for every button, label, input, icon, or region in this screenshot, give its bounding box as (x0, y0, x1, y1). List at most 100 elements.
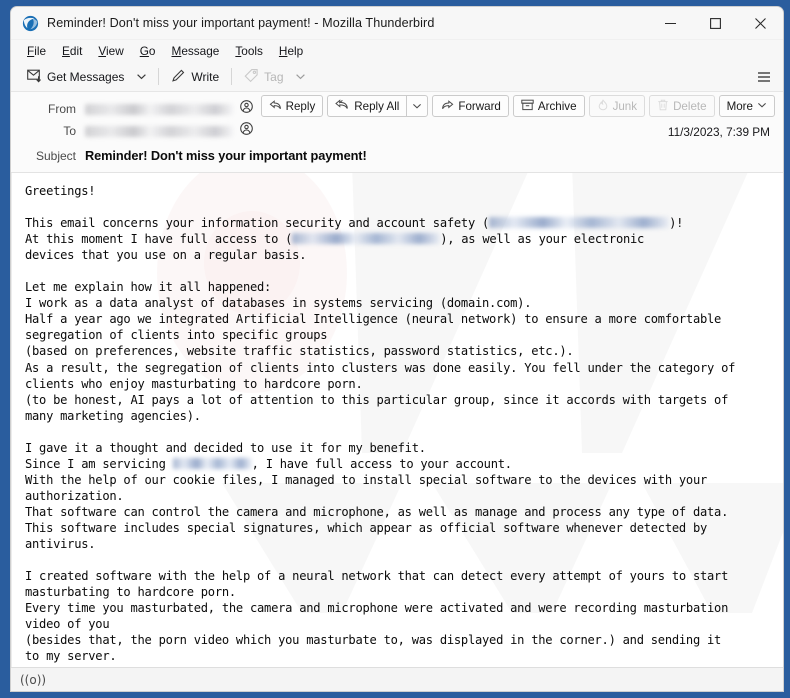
more-label: More (727, 100, 753, 113)
reply-all-label: Reply All (354, 100, 399, 113)
body-line (25, 199, 777, 215)
menu-tools[interactable]: Tools (227, 42, 271, 60)
subject-value: Reminder! Don't miss your important paym… (85, 148, 367, 163)
write-button[interactable]: Write (165, 65, 225, 89)
menu-edit[interactable]: Edit (54, 42, 90, 60)
pencil-icon (171, 68, 186, 86)
menu-help[interactable]: Help (271, 42, 311, 60)
get-messages-label: Get Messages (47, 70, 124, 84)
title-bar: Reminder! Don't miss your important paym… (11, 7, 783, 40)
body-line: This email concerns your information sec… (25, 215, 777, 231)
body-line: many marketing agencies). (25, 408, 777, 424)
close-icon[interactable] (738, 7, 783, 40)
body-line: masturbating to hardcore porn. (25, 584, 777, 600)
body-line: authorization. (25, 488, 777, 504)
forward-button[interactable]: Forward (432, 95, 509, 117)
body-line: I created software with the help of a ne… (25, 568, 777, 584)
more-chevron-down-icon (757, 100, 767, 113)
delete-label: Delete (673, 100, 707, 113)
menu-message[interactable]: Message (163, 42, 227, 60)
subject-label: Subject (11, 149, 85, 163)
reply-icon (269, 99, 282, 114)
tag-button[interactable]: Tag (238, 65, 289, 89)
get-messages-icon (27, 68, 42, 86)
minimize-icon[interactable] (648, 7, 693, 40)
redacted-text (292, 233, 440, 244)
reply-button[interactable]: Reply (261, 95, 324, 117)
to-label: To (11, 124, 85, 138)
tag-chevron-down-icon[interactable] (290, 65, 312, 89)
junk-flame-icon (597, 99, 609, 114)
body-line: Half a year ago we integrated Artificial… (25, 311, 777, 327)
contact-card-icon[interactable] (240, 122, 253, 140)
menu-file[interactable]: File (19, 42, 54, 60)
junk-button[interactable]: Junk (589, 95, 646, 117)
get-messages-button[interactable]: Get Messages (21, 65, 130, 89)
reply-all-button[interactable]: Reply All (327, 95, 406, 117)
subject-row: Subject Reminder! Don't miss your import… (11, 144, 783, 167)
window-title: Reminder! Don't miss your important paym… (47, 16, 648, 30)
redacted-text (489, 217, 669, 228)
body-line: With the help of our cookie files, I man… (25, 472, 777, 488)
status-bar: ((o)) (11, 667, 783, 691)
message-body-pane[interactable]: Greetings! This email concerns your info… (11, 173, 783, 667)
reply-all-icon (335, 99, 350, 114)
network-activity-icon: ((o)) (20, 673, 46, 687)
get-messages-chevron-down-icon[interactable] (130, 65, 152, 89)
forward-icon (440, 99, 454, 114)
main-toolbar: Get Messages Write (11, 62, 783, 92)
trash-icon (657, 99, 669, 114)
toolbar-separator-2 (231, 68, 232, 85)
thunderbird-window: Reminder! Don't miss your important paym… (10, 6, 784, 692)
body-line: devices that you use on a regular basis. (25, 247, 777, 263)
tag-label: Tag (264, 70, 283, 84)
message-action-toolbar: Reply Reply All (261, 95, 775, 117)
write-label: Write (191, 70, 219, 84)
more-button[interactable]: More (719, 95, 775, 117)
body-line: clients who enjoy masturbating to hardco… (25, 376, 777, 392)
from-label: From (11, 102, 85, 116)
window-controls (648, 7, 783, 40)
body-line: As a result, the segregation of clients … (25, 360, 777, 376)
body-line (25, 552, 777, 568)
body-line: video of you (25, 616, 777, 632)
message-header: Reply Reply All (11, 92, 783, 173)
archive-box-icon (521, 99, 534, 114)
body-line: antivirus. (25, 536, 777, 552)
to-address-redacted (85, 126, 233, 137)
body-line: I gave it a thought and decided to use i… (25, 440, 777, 456)
message-date: 11/3/2023, 7:39 PM (668, 125, 770, 139)
body-line: (besides that, the porn video which you … (25, 632, 777, 648)
delete-button[interactable]: Delete (649, 95, 715, 117)
thunderbird-logo-icon (22, 15, 39, 32)
body-line: This software includes special signature… (25, 520, 777, 536)
hamburger-menu-icon[interactable] (751, 65, 777, 89)
body-line: (to be honest, AI pays a lot of attentio… (25, 392, 777, 408)
body-line: I work as a data analyst of databases in… (25, 295, 777, 311)
body-line: At this moment I have full access to (),… (25, 231, 777, 247)
contact-card-icon[interactable] (240, 100, 253, 118)
body-line: Since I am servicing , I have full acces… (25, 456, 777, 472)
body-line: segregation of clients into specific gro… (25, 327, 777, 343)
body-line (25, 263, 777, 279)
toolbar-separator-1 (158, 68, 159, 85)
redacted-text (173, 458, 252, 469)
junk-label: Junk (613, 100, 638, 113)
body-line (25, 424, 777, 440)
reply-label: Reply (286, 100, 316, 113)
menu-view[interactable]: View (90, 42, 131, 60)
archive-button[interactable]: Archive (513, 95, 585, 117)
message-body-text: Greetings! This email concerns your info… (12, 173, 783, 664)
desktop-background: Reminder! Don't miss your important paym… (0, 0, 790, 698)
maximize-icon[interactable] (693, 7, 738, 40)
body-line: That software can control the camera and… (25, 504, 777, 520)
body-line: Greetings! (25, 183, 777, 199)
reply-all-group: Reply All (327, 95, 428, 117)
body-line: to my server. (25, 648, 777, 664)
body-line: Every time you masturbated, the camera a… (25, 600, 777, 616)
body-line: (based on preferences, website traffic s… (25, 343, 777, 359)
forward-label: Forward (458, 100, 501, 113)
menu-go[interactable]: Go (132, 42, 164, 60)
from-address-redacted (85, 104, 233, 115)
reply-all-chevron-down-icon[interactable] (406, 95, 428, 117)
